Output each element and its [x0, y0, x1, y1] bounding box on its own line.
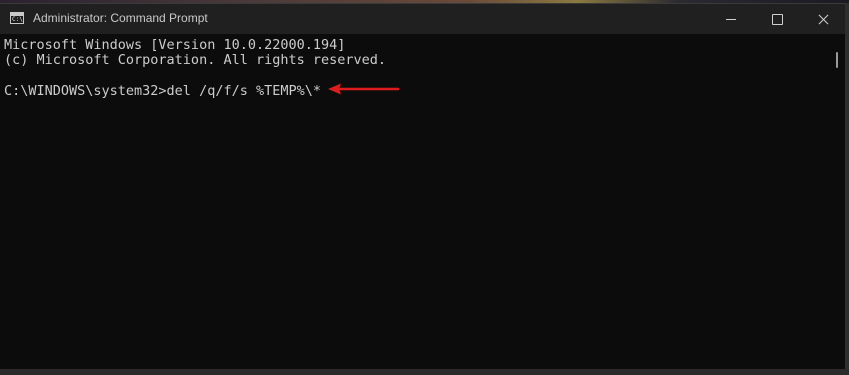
command-prompt-window: C:\ Administrator: Command Prompt Micros… [0, 0, 849, 375]
window-right-edge [845, 3, 849, 375]
cmd-icon-glyph: C:\ [12, 16, 23, 23]
cmd-icon[interactable]: C:\ [10, 12, 24, 24]
minimize-button[interactable] [708, 4, 754, 34]
close-button[interactable] [800, 4, 846, 34]
vertical-scrollbar[interactable] [828, 34, 845, 369]
console-line-version: Microsoft Windows [Version 10.0.22000.19… [4, 37, 346, 53]
scrollbar-thumb[interactable] [836, 52, 838, 68]
console-line-command: C:\WINDOWS\system32>del /q/f/s %TEMP%\* [4, 83, 321, 99]
window-bottom-edge [0, 369, 849, 375]
window-title: Administrator: Command Prompt [33, 11, 208, 25]
minimize-icon [726, 18, 736, 20]
close-icon [818, 14, 829, 25]
arrow-left-icon [328, 83, 400, 95]
title-bar[interactable]: C:\ Administrator: Command Prompt [0, 3, 849, 34]
console-line-copyright: (c) Microsoft Corporation. All rights re… [4, 52, 387, 68]
maximize-icon [771, 13, 783, 25]
console-output[interactable]: Microsoft Windows [Version 10.0.22000.19… [0, 34, 828, 369]
maximize-button[interactable] [754, 4, 800, 34]
